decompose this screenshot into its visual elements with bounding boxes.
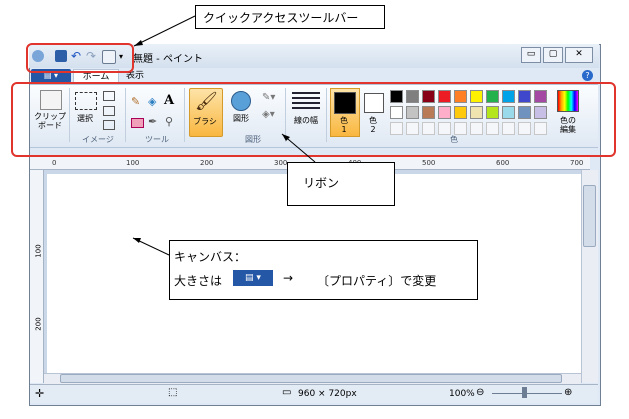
annotation-arrows: [132, 15, 316, 256]
qat-arrow: [133, 15, 196, 47]
qat-arrowhead: [134, 40, 143, 46]
canvas-arrowhead: [133, 238, 141, 243]
